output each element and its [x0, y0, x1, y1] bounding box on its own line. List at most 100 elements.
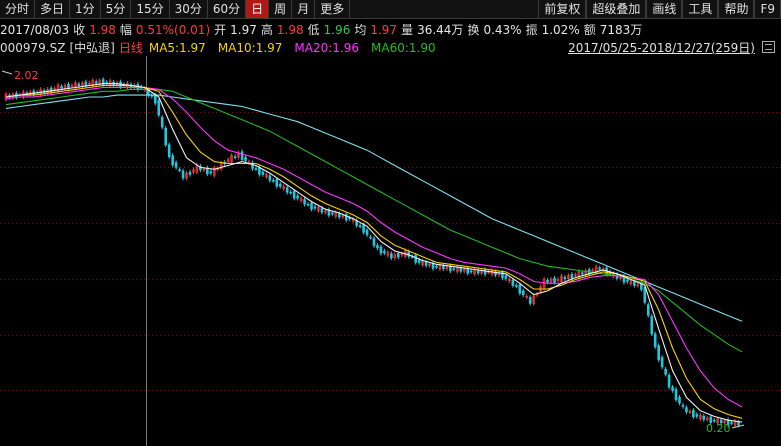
candle-body [105, 81, 108, 84]
toolbar-tool-button[interactable]: 画线 [646, 0, 683, 18]
candle-body [511, 279, 515, 286]
candle-body [275, 179, 279, 187]
candle-body [60, 86, 63, 89]
candle-body [674, 389, 678, 400]
candle-body [553, 277, 556, 283]
max-price-arrow [1, 70, 13, 75]
candle-body [528, 297, 532, 304]
candle-body [320, 208, 324, 213]
amount-label: 额 [583, 23, 596, 37]
ma5-line [5, 83, 743, 423]
period-tab[interactable]: 15分 [131, 0, 170, 18]
candle-body [376, 245, 379, 249]
candle-body [171, 155, 174, 166]
candle-body [452, 268, 456, 270]
high-label: 高 [260, 23, 273, 37]
candle-body [84, 81, 88, 87]
candle-body [518, 284, 522, 294]
date-range[interactable]: 2017/05/25-2018/12/27(259日) [568, 39, 755, 56]
candle-body [730, 422, 733, 424]
period-tab[interactable]: 更多 [315, 0, 351, 18]
candle-body [362, 224, 365, 233]
toolbar-tool-button[interactable]: 超级叠加 [586, 0, 647, 18]
period-tab[interactable]: 月 [292, 0, 316, 18]
quote-info-row: 2017/08/03 收 1.98 幅 0.51%(0.01) 开 1.97 高… [0, 20, 781, 39]
period-tab[interactable]: 多日 [35, 0, 71, 18]
candle-body [174, 162, 178, 168]
change-label: 幅 [119, 23, 132, 37]
ma5-label: MA5:1.97 [148, 40, 206, 55]
close-label: 收 [73, 23, 86, 37]
candle-body [272, 180, 275, 182]
open-value: 1.97 [230, 22, 257, 37]
candle-body [240, 151, 244, 160]
candle-body [233, 156, 237, 159]
candle-body [626, 279, 629, 282]
range-settings-icon[interactable] [762, 41, 775, 53]
toolbar-tool-button[interactable]: 帮助 [718, 0, 755, 18]
candle-body [181, 170, 185, 179]
amplitude-label: 振 [525, 23, 538, 37]
candle-body [390, 253, 393, 259]
candle-body [646, 304, 650, 316]
amplitude-value: 1.02% [541, 22, 580, 37]
ma20-label: MA20:1.96 [294, 40, 360, 55]
period-toolbar: 分时 多日 1分 5分 15分 30分 60分日周月更多 前复权 超级叠加 画线 工具 帮助 F9 [0, 0, 781, 19]
candle-body [424, 261, 428, 266]
candle-body [678, 397, 681, 404]
candle-body [292, 190, 296, 199]
period-tab[interactable]: 60分 [208, 0, 247, 18]
candle-body [379, 246, 383, 254]
candle-body [660, 357, 664, 368]
candle-body [681, 405, 685, 407]
candle-body [598, 267, 601, 270]
candle-body [164, 127, 167, 146]
amount-value: 7183万 [599, 23, 643, 37]
period-tab[interactable]: 周 [269, 0, 293, 18]
candle-body [94, 81, 98, 84]
volume-value: 36.44万 [417, 23, 464, 37]
avg-label: 均 [354, 23, 367, 37]
period-tab[interactable]: 5分 [101, 0, 132, 18]
period-tab[interactable]: 30分 [170, 0, 208, 18]
open-label: 开 [214, 23, 227, 37]
candle-body [313, 206, 317, 209]
candle-body [521, 290, 525, 296]
candle-body [383, 250, 386, 254]
candle-body [289, 191, 292, 194]
close-value: 1.98 [89, 22, 116, 37]
ma120-line [5, 94, 743, 322]
toolbar-tool-button[interactable]: 前复权 [538, 0, 587, 18]
toolbar-tool-button[interactable]: 工具 [682, 0, 719, 18]
ma10-label: MA10:1.97 [217, 40, 283, 55]
ma60-label: MA60:1.90 [371, 40, 436, 55]
kline-svg: 2.02 0.20 [0, 56, 781, 446]
candle-body [254, 168, 258, 170]
period-tab[interactable]: 1分 [70, 0, 101, 18]
candle-body [258, 167, 261, 175]
candle-body [633, 281, 636, 286]
candle-body [459, 268, 463, 272]
period-tab[interactable]: 日 [246, 0, 270, 18]
ma10-line [5, 85, 743, 419]
kline-chart[interactable]: 2.02 0.20 [0, 56, 781, 446]
candle-body [310, 202, 313, 210]
candle-body [653, 333, 657, 348]
candle-body [476, 270, 480, 274]
toolbar-tool-button[interactable]: F9 [754, 0, 781, 18]
period-tab[interactable]: 分时 [0, 0, 36, 18]
period-label[interactable]: 日线 [119, 39, 143, 56]
candle-body [188, 171, 192, 175]
candle-body [469, 270, 473, 273]
low-value: 1.96 [323, 22, 351, 37]
candle-body [167, 144, 171, 158]
candle-body [643, 286, 647, 303]
candle-body [570, 274, 574, 279]
candle-body [285, 187, 289, 193]
candle-body [244, 157, 247, 161]
change-value: 0.51%(0.01) [135, 22, 211, 37]
candle-body [157, 100, 161, 116]
turnover-value: 0.43% [483, 22, 522, 37]
candle-body [650, 316, 654, 335]
